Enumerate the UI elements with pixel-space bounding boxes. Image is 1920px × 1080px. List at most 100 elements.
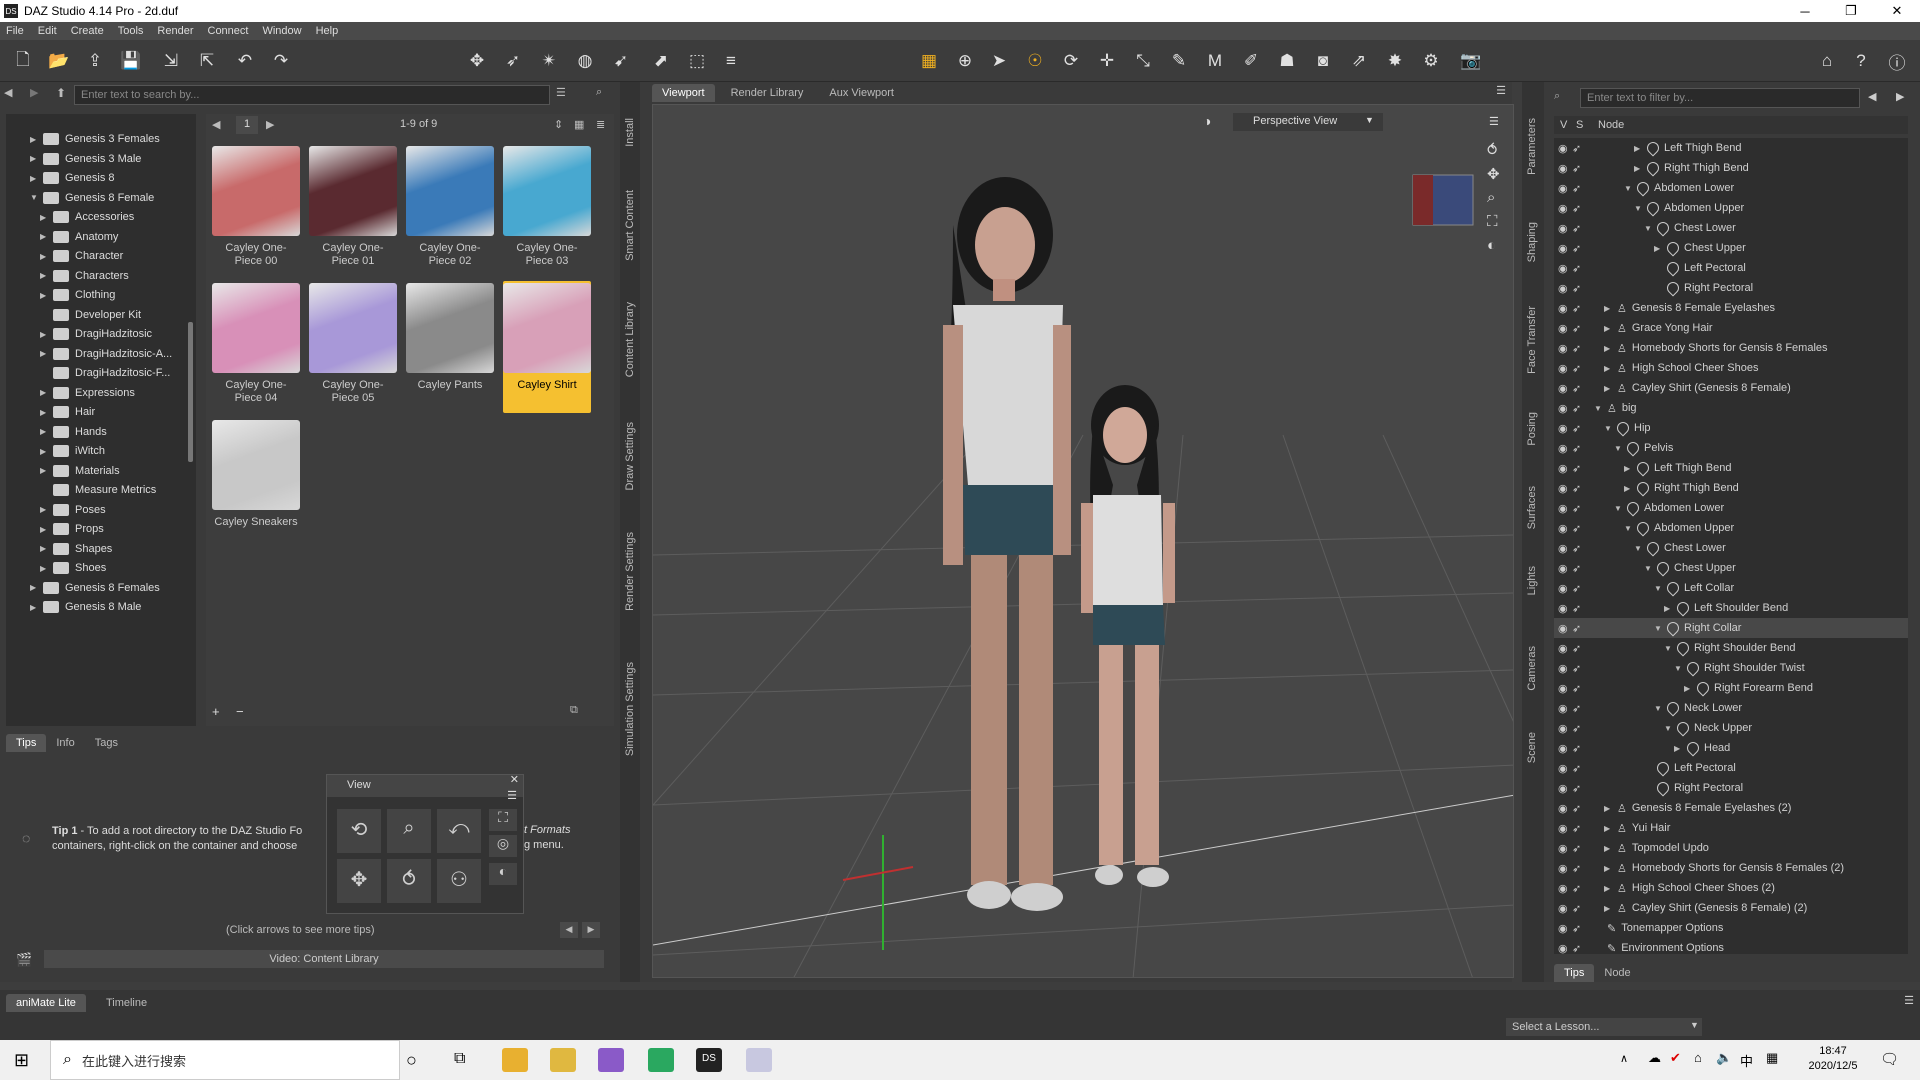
visibility-eye-icon[interactable]: ◉: [1554, 402, 1572, 415]
expand-arrow-icon[interactable]: ▶: [40, 427, 50, 436]
expand-arrow-icon[interactable]: ▶: [1604, 884, 1614, 893]
rotate-icon[interactable]: ⟳: [1058, 48, 1084, 74]
scene-node-row[interactable]: ◉ ➶ ▶ Right Forearm Bend: [1554, 678, 1908, 698]
visibility-eye-icon[interactable]: ◉: [1554, 922, 1572, 935]
expand-arrow-icon[interactable]: ▶: [40, 213, 50, 222]
visibility-eye-icon[interactable]: ◉: [1554, 742, 1572, 755]
orbit-icon[interactable]: ⟲: [337, 809, 381, 853]
col-visible[interactable]: V: [1554, 119, 1572, 131]
content-search-input[interactable]: Enter text to search by...: [74, 85, 550, 105]
visibility-eye-icon[interactable]: ◉: [1554, 282, 1572, 295]
expand-arrow-icon[interactable]: ▶: [40, 291, 50, 300]
visibility-eye-icon[interactable]: ◉: [1554, 782, 1572, 795]
expand-arrow-icon[interactable]: ▼: [1664, 724, 1674, 733]
pan-icon[interactable]: ✥: [337, 859, 381, 903]
list-options-icon[interactable]: ☰: [556, 86, 566, 99]
back-arrow-icon[interactable]: ◀: [4, 86, 12, 99]
chevron-down-icon[interactable]: ▼: [1365, 115, 1374, 125]
expand-arrow-icon[interactable]: ▼: [1674, 664, 1684, 673]
forward-arrow-icon[interactable]: ▶: [30, 86, 38, 99]
tab-scene-tips[interactable]: Tips: [1554, 964, 1595, 982]
search-icon[interactable]: ⌕: [596, 86, 602, 99]
antivirus-icon[interactable]: ✔: [1670, 1050, 1681, 1066]
selectable-cursor-icon[interactable]: ➶: [1572, 682, 1590, 695]
visibility-eye-icon[interactable]: ◉: [1554, 262, 1572, 275]
expand-arrow-icon[interactable]: ▶: [1634, 164, 1644, 173]
collapse-icon[interactable]: ◀: [1868, 90, 1876, 103]
brush-icon[interactable]: ✐: [1238, 48, 1264, 74]
scene-node-row[interactable]: ◉ ➶ ▼ Abdomen Upper: [1554, 518, 1908, 538]
tip-next-button[interactable]: ▶: [582, 922, 600, 938]
expand-arrow-icon[interactable]: ▶: [30, 154, 40, 163]
expand-arrow-icon[interactable]: ▶: [1604, 304, 1614, 313]
new-file-icon[interactable]: 🗋: [10, 48, 36, 74]
scene-node-row[interactable]: ◉ ➶ ▼ Neck Upper: [1554, 718, 1908, 738]
expand-icon[interactable]: ▶: [1896, 90, 1904, 103]
selectable-cursor-icon[interactable]: ➶: [1572, 542, 1590, 555]
viewport-pan-icon[interactable]: ✥: [1487, 165, 1500, 183]
render-settings-icon[interactable]: ⚙: [1418, 48, 1444, 74]
selectable-cursor-icon[interactable]: ➶: [1572, 762, 1590, 775]
menu-create[interactable]: Create: [71, 25, 104, 37]
visibility-eye-icon[interactable]: ◉: [1554, 142, 1572, 155]
tree-scrollbar[interactable]: [188, 322, 193, 462]
selectable-cursor-icon[interactable]: ➶: [1572, 802, 1590, 815]
expand-arrow-icon[interactable]: ▶: [1674, 744, 1684, 753]
visibility-eye-icon[interactable]: ◉: [1554, 442, 1572, 455]
geometry-editor-icon[interactable]: ⬈: [648, 48, 674, 74]
visibility-eye-icon[interactable]: ◉: [1554, 542, 1572, 555]
tab-render-library[interactable]: Render Library: [721, 84, 814, 102]
content-item[interactable]: Cayley One-Piece 00: [212, 144, 300, 276]
visual-studio-icon[interactable]: [598, 1048, 624, 1072]
whats-this-icon[interactable]: ?: [1848, 48, 1874, 74]
selectable-cursor-icon[interactable]: ➶: [1572, 522, 1590, 535]
selectable-cursor-icon[interactable]: ➶: [1572, 602, 1590, 615]
tab-timeline[interactable]: Timeline: [96, 994, 157, 1012]
expand-arrow-icon[interactable]: ▶: [30, 135, 40, 144]
reset-icon[interactable]: ◐: [489, 863, 517, 885]
scene-node-row[interactable]: ◉ ➶ ▶ ♙ Topmodel Updo: [1554, 838, 1908, 858]
visibility-eye-icon[interactable]: ◉: [1554, 182, 1572, 195]
expand-arrow-icon[interactable]: ▶: [1634, 144, 1644, 153]
ime-indicator[interactable]: 中: [1740, 1051, 1753, 1070]
visibility-eye-icon[interactable]: ◉: [1554, 682, 1572, 695]
close-button[interactable]: ✕: [1874, 0, 1920, 22]
tab-info[interactable]: Info: [46, 734, 84, 752]
side-tab[interactable]: Surfaces: [1526, 486, 1538, 529]
visibility-eye-icon[interactable]: ◉: [1554, 822, 1572, 835]
node-tool-icon[interactable]: ✸: [1382, 48, 1408, 74]
menu-connect[interactable]: Connect: [208, 25, 249, 37]
wifi-icon[interactable]: ⌂: [1694, 1050, 1702, 1065]
scene-node-row[interactable]: ◉ ➶ Right Pectoral: [1554, 778, 1908, 798]
spot-light-icon[interactable]: ✴: [536, 48, 562, 74]
morph-icon[interactable]: M: [1202, 48, 1228, 74]
selectable-cursor-icon[interactable]: ➶: [1572, 862, 1590, 875]
expand-arrow-icon[interactable]: ▶: [1604, 804, 1614, 813]
tree-folder-item[interactable]: ▶ Genesis 8 Male: [30, 596, 141, 618]
daz-taskbar-icon[interactable]: DS: [696, 1048, 722, 1072]
selectable-cursor-icon[interactable]: ➶: [1572, 742, 1590, 755]
scene-node-row[interactable]: ◉ ➶ ▼ Abdomen Lower: [1554, 178, 1908, 198]
scene-node-row[interactable]: ◉ ➶ ✎ Environment Options: [1554, 938, 1908, 954]
expand-arrow-icon[interactable]: ▶: [1604, 864, 1614, 873]
selectable-cursor-icon[interactable]: ➶: [1572, 362, 1590, 375]
expand-arrow-icon[interactable]: ▼: [1634, 204, 1644, 213]
expand-arrow-icon[interactable]: ▼: [1654, 584, 1664, 593]
green-app-icon[interactable]: [648, 1048, 674, 1072]
selectable-cursor-icon[interactable]: ➶: [1572, 462, 1590, 475]
menu-edit[interactable]: Edit: [38, 25, 57, 37]
expand-arrow-icon[interactable]: ▶: [1604, 364, 1614, 373]
selectable-cursor-icon[interactable]: ➶: [1572, 422, 1590, 435]
camera-tool-icon[interactable]: ◙: [1310, 48, 1336, 74]
export-icon[interactable]: ⇱: [194, 48, 220, 74]
joint-editor-icon[interactable]: ✥: [464, 48, 490, 74]
visibility-eye-icon[interactable]: ◉: [1554, 702, 1572, 715]
maximize-button[interactable]: ❐: [1828, 0, 1874, 22]
scene-node-row[interactable]: ◉ ➶ ▶ Chest Upper: [1554, 238, 1908, 258]
scene-node-row[interactable]: ◉ ➶ ▶ Left Shoulder Bend: [1554, 598, 1908, 618]
figure-icon[interactable]: ☗: [1274, 48, 1300, 74]
expand-arrow-icon[interactable]: ▶: [40, 349, 50, 358]
side-tab[interactable]: Scene: [1526, 732, 1538, 763]
menu-render[interactable]: Render: [157, 25, 193, 37]
scene-node-row[interactable]: ◉ ➶ ▶ ♙ High School Cheer Shoes (2): [1554, 878, 1908, 898]
